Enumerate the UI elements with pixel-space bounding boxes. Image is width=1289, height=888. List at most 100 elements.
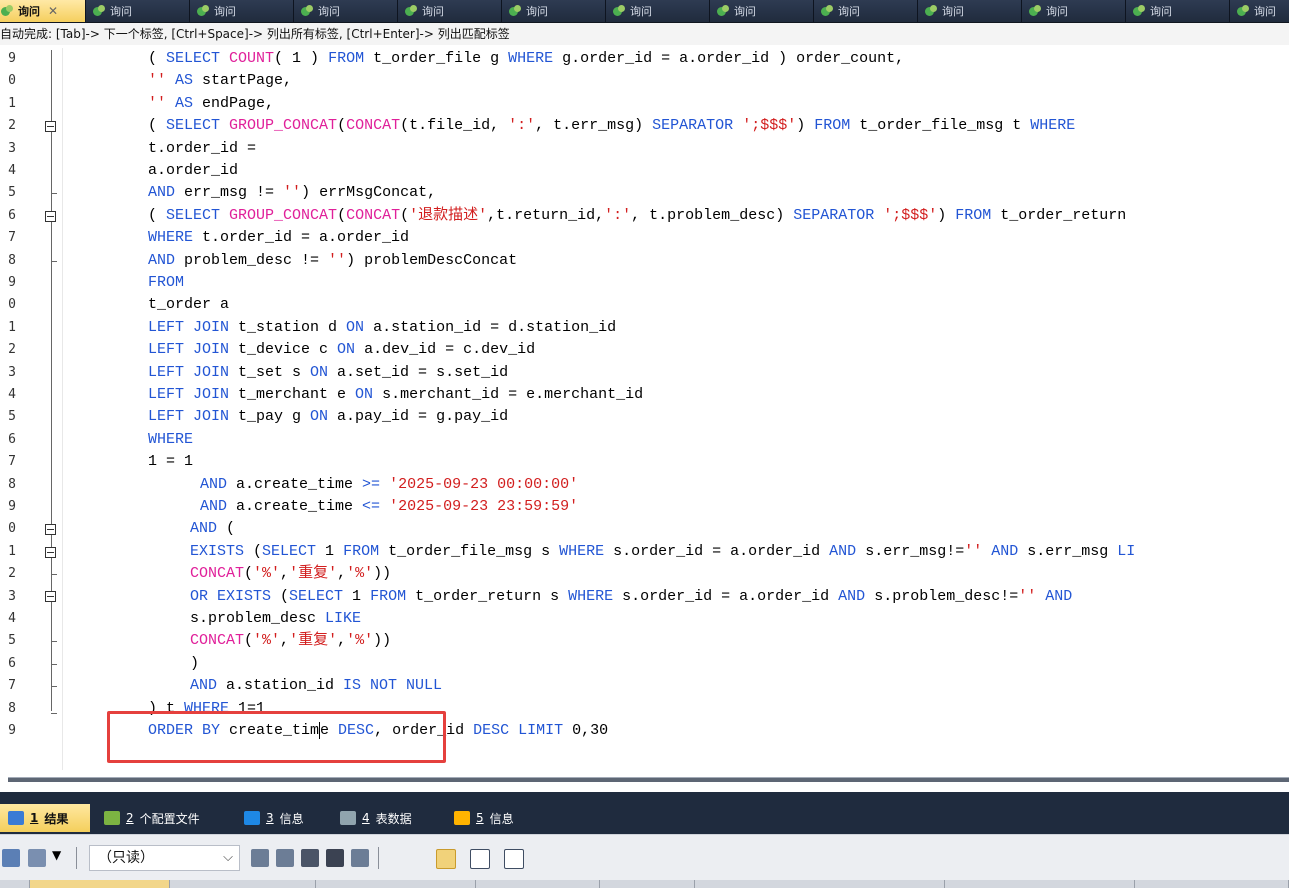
- form-mode-icon[interactable]: [470, 849, 490, 869]
- sql-keyword: AND: [148, 251, 185, 269]
- sql-text: ) errMsgConcat,: [301, 184, 437, 202]
- code-line[interactable]: a.order_id: [148, 160, 238, 182]
- sql-string: '重复': [289, 632, 338, 650]
- sql-keyword: >=: [362, 475, 390, 493]
- query-tab-active[interactable]: 询问 ✕: [0, 0, 86, 22]
- results-tab-4[interactable]: 4 表数据: [332, 804, 438, 832]
- sql-text: 1: [352, 587, 371, 605]
- grid-mode-icon[interactable]: [436, 849, 456, 869]
- code-line[interactable]: LEFT JOIN t_set s ON a.set_id = s.set_id: [148, 362, 508, 384]
- sql-function: CONCAT: [190, 632, 245, 650]
- query-icon: [1132, 5, 1146, 17]
- code-line[interactable]: FROM: [148, 272, 184, 294]
- sql-keyword: ON: [355, 386, 383, 403]
- query-tab[interactable]: 询问: [502, 0, 606, 22]
- edit-mode-select[interactable]: （只读） ⌵: [89, 845, 240, 871]
- query-tab[interactable]: 询问: [86, 0, 190, 22]
- code-line[interactable]: ( SELECT GROUP_CONCAT(CONCAT(t.file_id, …: [148, 115, 1075, 137]
- results-toolbar: ▼ （只读） ⌵: [0, 834, 1289, 881]
- sql-text: err_msg !=: [184, 184, 284, 202]
- code-line[interactable]: AND err_msg != '') errMsgConcat,: [148, 182, 436, 204]
- chart-info-icon: [454, 811, 470, 825]
- query-tab[interactable]: 询问: [398, 0, 502, 22]
- code-line[interactable]: ( SELECT GROUP_CONCAT(CONCAT('退款描述',t.re…: [148, 205, 1126, 227]
- query-tab-label: 询问: [838, 5, 860, 18]
- code-line[interactable]: AND a.station_id IS NOT NULL: [190, 675, 442, 697]
- profile-icon: [104, 811, 120, 825]
- pane-splitter[interactable]: [0, 770, 1289, 792]
- sql-editor[interactable]: 9012345678901234567890123456789 ( SELECT…: [0, 48, 1289, 770]
- sql-text: (: [400, 206, 410, 224]
- sql-string: '': [1018, 587, 1037, 605]
- code-line[interactable]: OR EXISTS (SELECT 1 FROM t_order_return …: [190, 586, 1072, 608]
- sql-text: ): [796, 117, 815, 135]
- code-line[interactable]: AND a.create_time >= '2025-09-23 00:00:0…: [200, 474, 578, 496]
- delete-icon[interactable]: [326, 849, 344, 867]
- query-icon: [1236, 5, 1250, 17]
- sql-text: 0,30: [572, 722, 609, 739]
- code-line[interactable]: EXISTS (SELECT 1 FROM t_order_file_msg s…: [190, 541, 1135, 563]
- sql-function: CONCAT: [346, 206, 401, 224]
- query-tab[interactable]: 询问: [1126, 0, 1230, 22]
- export-dropdown-arrow[interactable]: ▼: [52, 848, 61, 862]
- code-line[interactable]: CONCAT('%','重复','%')): [190, 630, 391, 652]
- code-line[interactable]: s.problem_desc LIKE: [190, 608, 361, 630]
- query-tab[interactable]: 询问: [710, 0, 814, 22]
- code-line[interactable]: ): [190, 653, 199, 675]
- code-line[interactable]: LEFT JOIN t_device c ON a.dev_id = c.dev…: [148, 339, 535, 361]
- close-icon[interactable]: ✕: [48, 4, 58, 18]
- code-line[interactable]: LEFT JOIN t_pay g ON a.pay_id = g.pay_id: [148, 406, 508, 428]
- code-line[interactable]: AND (: [190, 518, 235, 540]
- code-area[interactable]: ( SELECT COUNT( 1 ) FROM t_order_file g …: [0, 48, 1289, 770]
- query-tab[interactable]: 询问: [814, 0, 918, 22]
- sql-keyword: WHERE: [148, 430, 194, 448]
- query-tab[interactable]: 询问: [1022, 0, 1126, 22]
- code-line[interactable]: 1 = 1: [148, 451, 193, 473]
- query-tab[interactable]: 询问: [606, 0, 710, 22]
- results-tab-5[interactable]: 5 信息: [446, 804, 542, 832]
- code-line[interactable]: AND problem_desc != '') problemDescConca…: [148, 250, 517, 272]
- code-line[interactable]: LEFT JOIN t_merchant e ON s.merchant_id …: [148, 384, 643, 406]
- save-icon[interactable]: [301, 849, 319, 867]
- code-line[interactable]: CONCAT('%','重复','%')): [190, 563, 391, 585]
- query-tab[interactable]: 询问: [1230, 0, 1289, 22]
- results-tab-3[interactable]: 3 信息: [236, 804, 324, 832]
- table-icon: [340, 811, 356, 825]
- code-line[interactable]: t.order_id =: [148, 138, 256, 160]
- grid-icon: [8, 811, 24, 825]
- duplicate-row-icon[interactable]: [276, 849, 294, 867]
- query-tab[interactable]: 询问: [190, 0, 294, 22]
- code-line[interactable]: WHERE t.order_id = a.order_id: [148, 227, 409, 249]
- sql-string: ':': [604, 206, 632, 224]
- export-icon[interactable]: [28, 849, 46, 867]
- sql-keyword: SELECT: [166, 206, 230, 224]
- sql-text: t_order_return: [1000, 206, 1127, 224]
- code-line[interactable]: t_order a: [148, 294, 229, 316]
- results-tab-1[interactable]: 1 结果: [0, 804, 90, 832]
- sql-keyword: AND: [982, 542, 1028, 560]
- query-tab[interactable]: 询问: [918, 0, 1022, 22]
- sql-text: s.err_msg: [1027, 542, 1118, 560]
- sql-text: t.order_id = a.order_id: [202, 229, 410, 247]
- code-line[interactable]: '' AS startPage,: [148, 70, 292, 92]
- results-tab-2[interactable]: 2 个配置文件: [96, 804, 228, 832]
- code-line[interactable]: ( SELECT COUNT( 1 ) FROM t_order_file g …: [148, 48, 904, 70]
- sql-text: (: [280, 587, 290, 605]
- results-tab-label: 表数据: [375, 811, 412, 826]
- code-line[interactable]: LEFT JOIN t_station d ON a.station_id = …: [148, 317, 616, 339]
- sql-keyword: LIKE: [325, 610, 362, 627]
- text-mode-icon[interactable]: [504, 849, 524, 869]
- code-line[interactable]: WHERE: [148, 429, 193, 451]
- query-icon: [0, 5, 14, 17]
- grid-view-icon[interactable]: [2, 849, 20, 867]
- splitter-handle[interactable]: [8, 777, 1289, 782]
- sql-keyword: AS: [175, 72, 203, 90]
- code-line[interactable]: '' AS endPage,: [148, 93, 274, 115]
- add-row-icon[interactable]: [251, 849, 269, 867]
- sql-keyword: FROM: [814, 117, 860, 135]
- code-line[interactable]: AND a.create_time <= '2025-09-23 23:59:5…: [200, 496, 578, 518]
- sql-text: a.create_time: [236, 498, 363, 515]
- query-icon: [1028, 5, 1042, 17]
- query-tab[interactable]: 询问: [294, 0, 398, 22]
- cancel-changes-icon[interactable]: [351, 849, 369, 867]
